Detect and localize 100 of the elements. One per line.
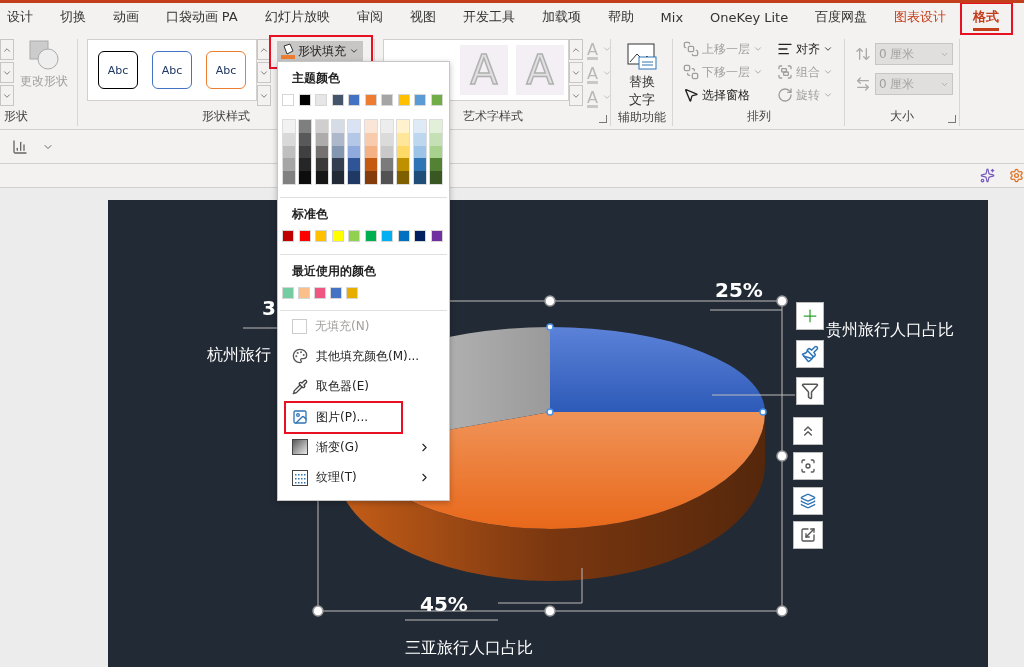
- point-handle[interactable]: [546, 408, 554, 416]
- ribbon-tab[interactable]: OneKey Lite: [696, 3, 802, 34]
- chart-elements-button[interactable]: [796, 302, 824, 330]
- shape-style-sample[interactable]: Abc: [152, 51, 192, 89]
- color-swatch[interactable]: [282, 230, 294, 242]
- layout-button[interactable]: [793, 487, 823, 515]
- ribbon-tab[interactable]: 设计: [0, 3, 46, 35]
- color-swatch[interactable]: [283, 171, 295, 184]
- scroll-down-button[interactable]: [257, 62, 271, 83]
- color-swatch[interactable]: [380, 120, 393, 133]
- color-swatch[interactable]: [364, 94, 377, 106]
- color-swatch[interactable]: [380, 158, 393, 172]
- ribbon-tab[interactable]: 帮助: [594, 3, 648, 35]
- color-swatch[interactable]: [315, 230, 328, 242]
- dialog-launcher-icon[interactable]: [948, 115, 956, 123]
- ribbon-tab[interactable]: Mix: [647, 3, 697, 34]
- resize-handle[interactable]: [312, 605, 324, 617]
- color-swatch[interactable]: [413, 158, 426, 172]
- layout-button[interactable]: [793, 417, 823, 445]
- color-swatch[interactable]: [397, 94, 410, 106]
- chart-filters-button[interactable]: [796, 377, 824, 405]
- color-swatch[interactable]: [429, 120, 442, 133]
- color-swatch[interactable]: [298, 230, 311, 242]
- color-swatch[interactable]: [330, 287, 342, 299]
- shape-style-sample[interactable]: Abc: [98, 51, 138, 89]
- arrange-button[interactable]: 对齐: [777, 39, 833, 59]
- color-swatch[interactable]: [283, 158, 295, 172]
- ribbon-tab[interactable]: 审阅: [343, 3, 397, 35]
- color-swatch[interactable]: [429, 158, 442, 172]
- color-swatch[interactable]: [314, 287, 326, 299]
- color-swatch[interactable]: [381, 230, 394, 242]
- color-swatch[interactable]: [299, 120, 312, 133]
- color-swatch[interactable]: [414, 94, 427, 106]
- sparkle-icon[interactable]: [980, 168, 995, 183]
- color-swatch[interactable]: [380, 171, 393, 184]
- color-swatch[interactable]: [414, 230, 427, 242]
- color-swatch[interactable]: [332, 120, 344, 133]
- color-swatch[interactable]: [413, 120, 426, 133]
- resize-handle[interactable]: [776, 295, 788, 307]
- color-swatch[interactable]: [413, 171, 426, 184]
- ribbon-tab[interactable]: 口袋动画 PA: [152, 3, 252, 35]
- ribbon-tab[interactable]: 格式: [959, 3, 1013, 35]
- color-swatch[interactable]: [348, 120, 361, 133]
- color-swatch[interactable]: [429, 171, 442, 184]
- menu-item[interactable]: 图片(P)...: [284, 400, 403, 434]
- color-swatch[interactable]: [348, 171, 361, 184]
- ribbon-tab[interactable]: 视图: [396, 3, 450, 35]
- color-swatch[interactable]: [430, 230, 443, 242]
- menu-item[interactable]: 纹理(T): [284, 461, 439, 495]
- color-swatch[interactable]: [298, 94, 311, 106]
- alt-text-button[interactable]: 替换文字: [626, 39, 657, 109]
- color-swatch[interactable]: [282, 94, 294, 106]
- layout-button[interactable]: [793, 452, 823, 480]
- color-swatch[interactable]: [397, 171, 410, 184]
- color-swatch[interactable]: [364, 171, 377, 184]
- color-swatch[interactable]: [299, 171, 312, 184]
- color-swatch[interactable]: [315, 94, 328, 106]
- color-swatch[interactable]: [348, 158, 361, 172]
- ribbon-tab[interactable]: 图表设计: [880, 3, 960, 35]
- color-swatch[interactable]: [348, 94, 361, 106]
- color-swatch[interactable]: [331, 230, 344, 242]
- resize-handle[interactable]: [776, 450, 788, 462]
- color-swatch[interactable]: [315, 120, 328, 133]
- ribbon-tab[interactable]: 开发工具: [449, 3, 529, 35]
- color-swatch[interactable]: [332, 171, 344, 184]
- color-swatch[interactable]: [315, 158, 328, 172]
- color-swatch[interactable]: [299, 158, 312, 172]
- chart-icon[interactable]: [12, 138, 28, 155]
- point-handle[interactable]: [546, 323, 554, 331]
- color-swatch[interactable]: [346, 287, 358, 299]
- ribbon-tab[interactable]: 百度网盘: [801, 3, 881, 35]
- ribbon-tab[interactable]: 加载项: [528, 3, 595, 35]
- dialog-launcher-icon[interactable]: [599, 115, 607, 123]
- color-swatch[interactable]: [364, 120, 377, 133]
- ribbon-tab[interactable]: 动画: [99, 3, 152, 35]
- color-swatch[interactable]: [282, 287, 294, 299]
- color-swatch[interactable]: [348, 230, 361, 242]
- ribbon-tab[interactable]: 切换: [46, 3, 99, 35]
- shape-style-sample[interactable]: Abc: [206, 51, 246, 89]
- resize-handle[interactable]: [544, 605, 556, 617]
- resize-handle[interactable]: [776, 605, 788, 617]
- arrange-button[interactable]: 选择窗格: [683, 85, 763, 105]
- color-swatch[interactable]: [283, 120, 295, 133]
- chart-styles-button[interactable]: [796, 340, 824, 368]
- layout-button[interactable]: [793, 521, 823, 549]
- color-swatch[interactable]: [397, 158, 410, 172]
- color-swatch[interactable]: [381, 94, 394, 106]
- gear-icon[interactable]: [1009, 168, 1024, 183]
- color-swatch[interactable]: [332, 158, 344, 172]
- color-swatch[interactable]: [315, 171, 328, 184]
- point-handle[interactable]: [759, 408, 767, 416]
- ribbon-tab[interactable]: 幻灯片放映: [251, 3, 344, 35]
- color-swatch[interactable]: [364, 158, 377, 172]
- color-swatch[interactable]: [364, 230, 377, 242]
- color-swatch[interactable]: [298, 287, 310, 299]
- color-swatch[interactable]: [397, 120, 410, 133]
- color-swatch[interactable]: [331, 94, 344, 106]
- color-swatch[interactable]: [430, 94, 443, 106]
- resize-handle[interactable]: [544, 295, 556, 307]
- color-swatch[interactable]: [397, 230, 410, 242]
